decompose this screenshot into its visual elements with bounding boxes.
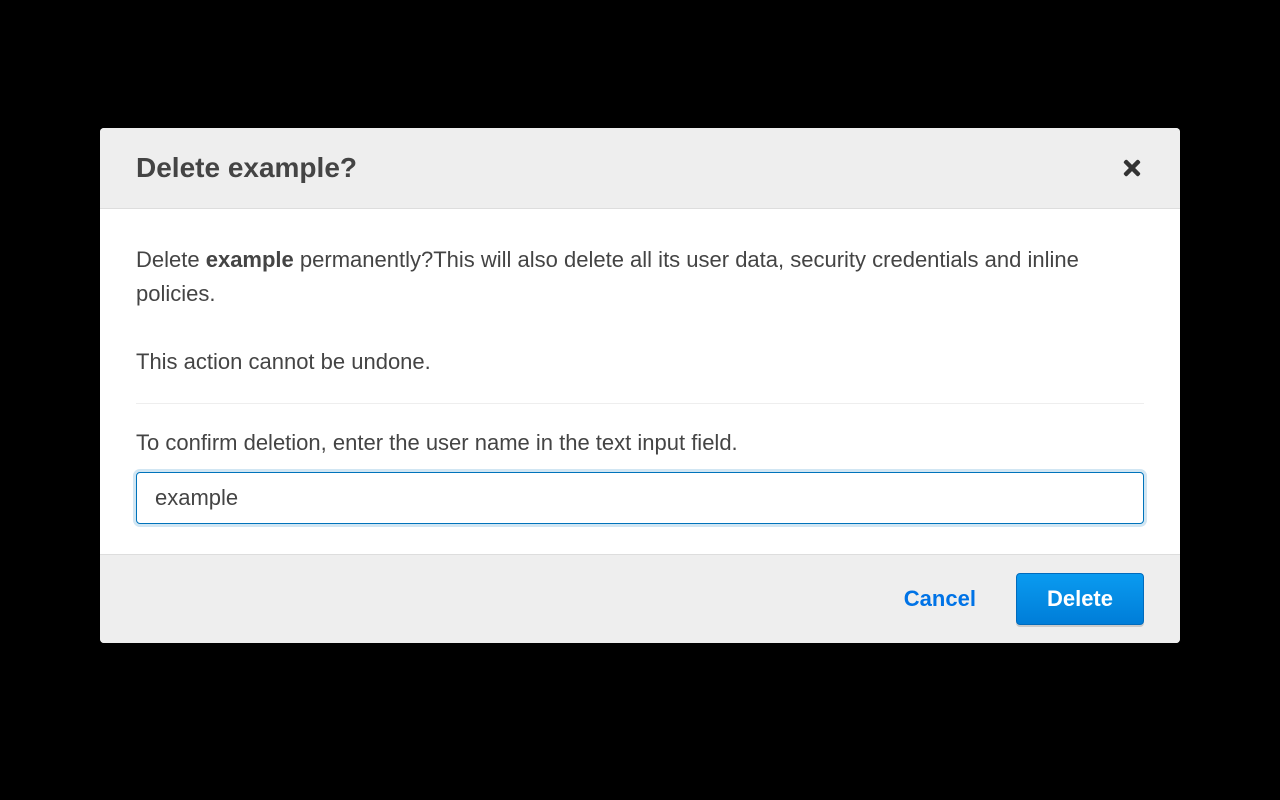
delete-confirmation-modal: Delete example? Delete example permanent… bbox=[100, 128, 1180, 643]
modal-title: Delete example? bbox=[136, 152, 357, 184]
confirm-label: To confirm deletion, enter the user name… bbox=[136, 426, 1144, 460]
modal-body: Delete example permanently?This will als… bbox=[100, 209, 1180, 554]
warning-text: Delete example permanently?This will als… bbox=[136, 243, 1144, 311]
divider bbox=[136, 403, 1144, 404]
warning-prefix: Delete bbox=[136, 247, 206, 272]
modal-footer: Cancel Delete bbox=[100, 554, 1180, 643]
cancel-button[interactable]: Cancel bbox=[894, 574, 986, 624]
undo-warning: This action cannot be undone. bbox=[136, 345, 1144, 379]
close-icon[interactable] bbox=[1120, 156, 1144, 180]
confirm-username-input[interactable] bbox=[136, 472, 1144, 524]
warning-entity: example bbox=[206, 247, 294, 272]
modal-header: Delete example? bbox=[100, 128, 1180, 209]
delete-button[interactable]: Delete bbox=[1016, 573, 1144, 625]
